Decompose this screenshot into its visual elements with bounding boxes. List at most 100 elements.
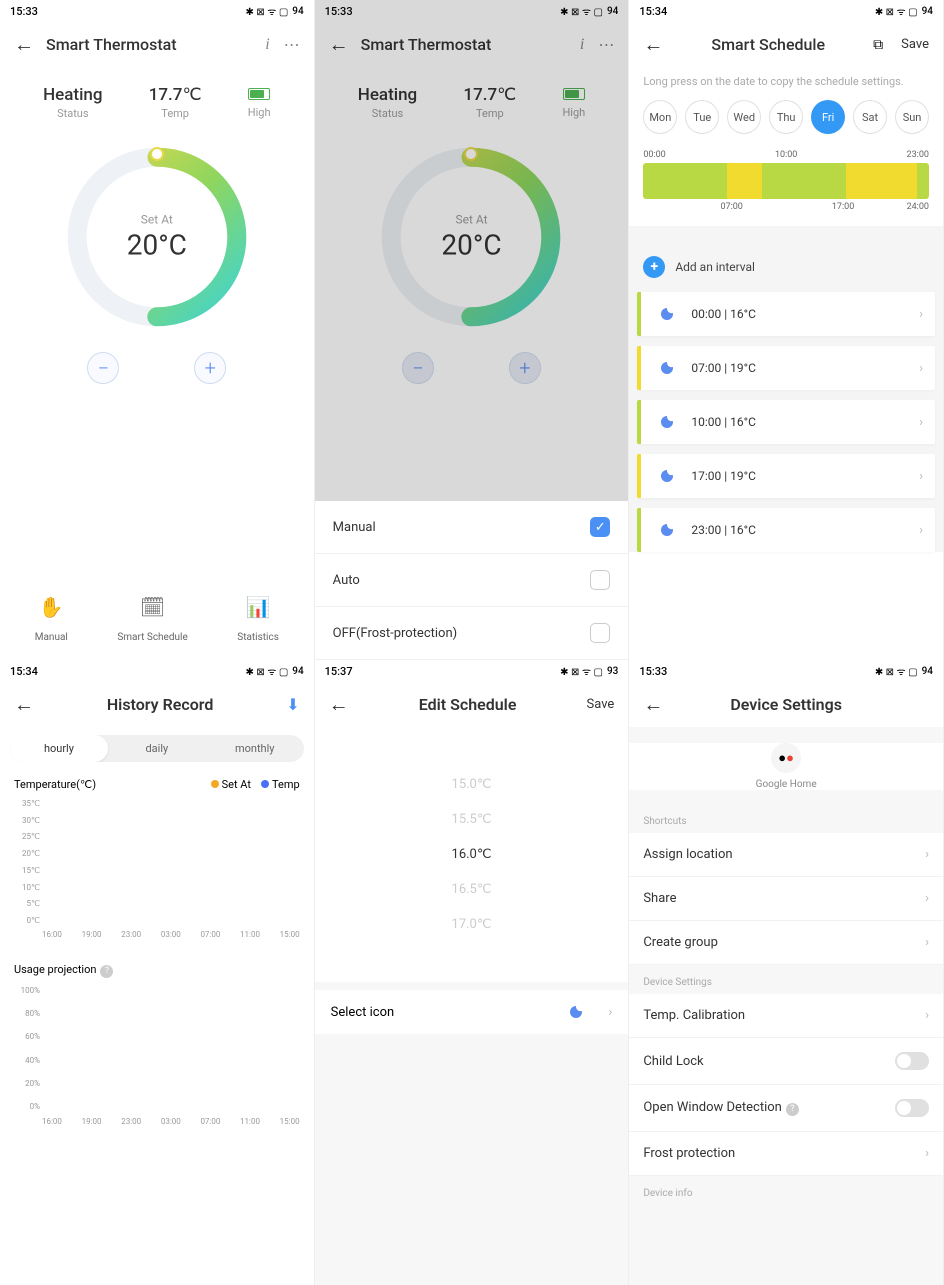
help-icon[interactable]: ? [786,1103,799,1116]
page-title: Smart Schedule [675,35,861,54]
child-lock[interactable]: Child Lock [629,1038,943,1085]
temperature-gauge[interactable]: Set At20°C [62,142,252,332]
help-icon[interactable]: ? [100,965,113,978]
edit-schedule: 15:37✱ ⊠ ᯤ ▢93 ← Edit Schedule Save 15.0… [315,660,630,1285]
back-icon[interactable]: ← [643,692,663,717]
checkbox-checked-icon[interactable]: ✓ [590,517,610,537]
calendar-icon: 🗓 [117,595,187,619]
day-chip-sat[interactable]: Sat [853,100,887,134]
history-record: 15:34✱ ⊠ ᯤ ▢94 ← History Record ⬇ hourly… [0,660,315,1285]
picker-option[interactable]: 16.0℃ [315,837,629,872]
chevron-right-icon: › [925,1146,929,1161]
section-header: Device info [629,1176,943,1205]
minus-button[interactable]: − [87,352,119,384]
back-icon[interactable]: ← [14,692,34,717]
add-interval-button[interactable]: +Add an interval [629,242,943,292]
day-chip-fri[interactable]: Fri [811,100,845,134]
back-icon[interactable]: ← [329,692,349,717]
clock: 15:33 [10,5,38,18]
moon-icon [659,468,675,484]
back-icon[interactable]: ← [14,32,34,57]
select-icon-row[interactable]: Select icon › [315,990,629,1034]
readout-row: HeatingStatus 17.7℃Temp High [0,67,314,128]
chevron-right-icon: › [925,847,929,862]
plus-button[interactable]: + [194,352,226,384]
toggle-switch[interactable] [895,1052,929,1070]
save-button[interactable]: Save [901,37,929,52]
mode-manual[interactable]: Manual✓ [315,501,629,554]
tab-monthly[interactable]: monthly [206,735,304,762]
picker-option[interactable]: 17.0℃ [315,907,629,942]
moon-icon [568,1004,584,1020]
moon-icon [659,522,675,538]
interval-row[interactable]: 00:00 | 16°C› [637,292,935,336]
copy-icon[interactable]: ⧉ [873,37,883,53]
interval-row[interactable]: 17:00 | 19°C› [637,454,935,498]
interval-row[interactable]: 23:00 | 16°C› [637,508,935,552]
temp-calibration[interactable]: Temp. Calibration› [629,994,943,1038]
checkbox-icon[interactable] [590,623,610,643]
temperature-picker[interactable]: 15.0℃15.5℃16.0℃16.5℃17.0℃ [315,727,629,982]
chevron-right-icon: › [919,307,923,322]
chevron-right-icon: › [925,1008,929,1023]
temperature-chart: Temperature(℃) Set AtTemp 35℃30℃25℃20℃15… [6,770,308,947]
interval-row[interactable]: 07:00 | 19°C› [637,346,935,390]
chart-icon: 📊 [237,595,279,619]
time-range-tabs: hourly daily monthly [10,735,304,762]
share[interactable]: Share› [629,877,943,921]
moon-icon [659,414,675,430]
mode-off[interactable]: OFF(Frost-protection) [315,607,629,660]
page-title: Smart Thermostat [46,35,253,54]
save-button[interactable]: Save [587,697,615,712]
status-bar: 15:33 ✱ ⊠ ᯤ ▢94 [0,0,314,22]
checkbox-icon[interactable] [590,570,610,590]
section-header: Device Settings [629,965,943,994]
day-chip-wed[interactable]: Wed [727,100,761,134]
open-window-detection[interactable]: Open Window Detection? [629,1085,943,1132]
battery-icon [248,88,270,100]
picker-option[interactable]: 15.0℃ [315,767,629,802]
day-chip-thu[interactable]: Thu [769,100,803,134]
google-assistant-icon[interactable]: ●● [771,743,801,773]
device-settings: 15:33✱ ⊠ ᯤ ▢94 ← Device Settings ●● Goog… [629,660,944,1285]
mode-selector-sheet: Manual✓ Auto OFF(Frost-protection) [315,501,629,660]
tab-hourly[interactable]: hourly [10,735,108,762]
info-icon[interactable]: i [265,36,269,54]
hint-text: Long press on the date to copy the sched… [629,67,943,96]
day-chip-mon[interactable]: Mon [643,100,677,134]
chevron-right-icon: › [919,415,923,430]
nav-manual[interactable]: ✋Manual [35,595,68,644]
picker-option[interactable]: 16.5℃ [315,872,629,907]
chevron-right-icon: › [608,1005,612,1020]
status-value: Heating [43,85,102,105]
chevron-right-icon: › [925,935,929,950]
thermostat-main: 15:33 ✱ ⊠ ᯤ ▢94 ← Smart Thermostat i ⋯ H… [0,0,315,660]
usage-chart: Usage projection? 100%80%60%40%20%0% 16:… [6,955,308,1134]
page-title: Edit Schedule [361,695,575,714]
picker-option[interactable]: 15.5℃ [315,802,629,837]
schedule-timeline[interactable]: 00:0010:0023:00 07:0017:0024:00 [629,138,943,226]
more-icon[interactable]: ⋯ [284,35,300,54]
moon-icon [659,360,675,376]
back-icon[interactable]: ← [643,32,663,57]
header: ← Smart Thermostat i ⋯ [0,22,314,67]
thermostat-mode-sheet: 15:33✱ ⊠ ᯤ ▢94 ← Smart Thermostat i⋯ Hea… [315,0,630,660]
plus-icon: + [643,256,665,278]
interval-row[interactable]: 10:00 | 16°C› [637,400,935,444]
hand-icon: ✋ [35,595,68,619]
day-chip-sun[interactable]: Sun [895,100,929,134]
chevron-right-icon: › [925,891,929,906]
create-group[interactable]: Create group› [629,921,943,965]
tab-daily[interactable]: daily [108,735,206,762]
chevron-right-icon: › [919,361,923,376]
toggle-switch[interactable] [895,1099,929,1117]
status-icons: ✱ ⊠ ᯤ ▢94 [245,4,303,18]
nav-schedule[interactable]: 🗓Smart Schedule [117,595,187,644]
temp-value: 17.7℃ [149,85,202,105]
assign-location[interactable]: Assign location› [629,833,943,877]
nav-statistics[interactable]: 📊Statistics [237,595,279,644]
download-icon[interactable]: ⬇ [286,695,299,714]
mode-auto[interactable]: Auto [315,554,629,607]
day-chip-tue[interactable]: Tue [685,100,719,134]
frost-protection[interactable]: Frost protection› [629,1132,943,1176]
